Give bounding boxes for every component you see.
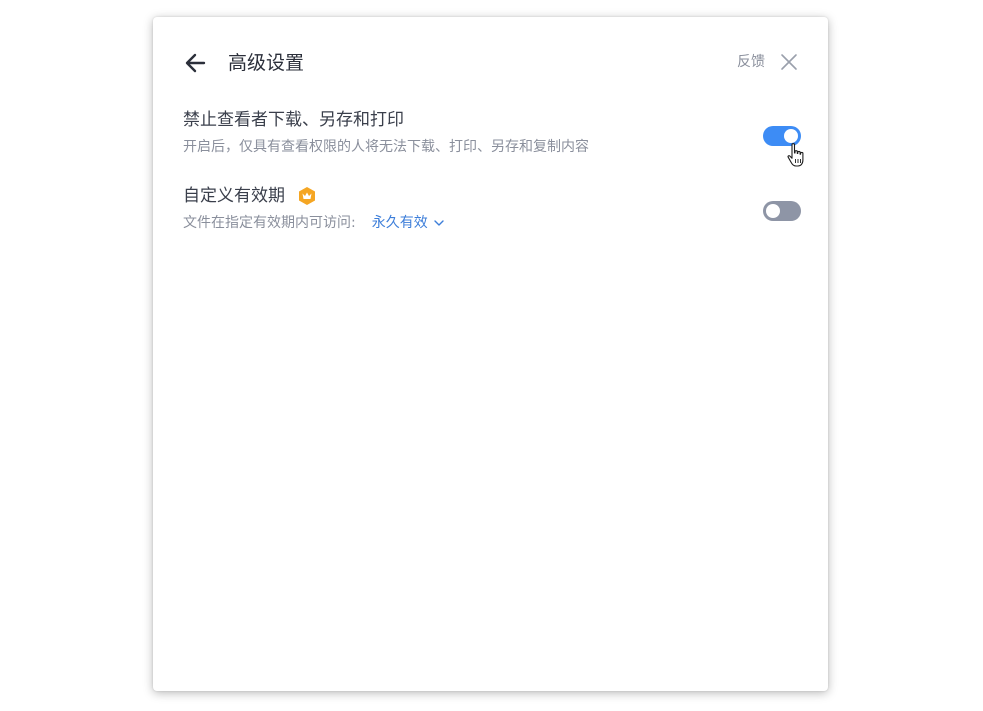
dialog-title: 高级设置 bbox=[228, 52, 305, 74]
setting-title-row: 自定义有效期 bbox=[183, 184, 803, 208]
setting-description-row: 文件在指定有效期内可访问: 永久有效 bbox=[183, 213, 803, 233]
expiry-select[interactable]: 永久有效 bbox=[372, 213, 445, 233]
toggle-knob bbox=[766, 204, 780, 218]
feedback-link[interactable]: 反馈 bbox=[737, 52, 765, 72]
setting-title: 自定义有效期 bbox=[183, 186, 285, 206]
custom-expiry-toggle[interactable] bbox=[763, 201, 801, 221]
dialog-header: 高级设置 反馈 bbox=[153, 17, 828, 107]
crown-icon bbox=[297, 186, 317, 206]
arrow-left-icon bbox=[185, 53, 206, 73]
disable-download-toggle[interactable] bbox=[763, 126, 801, 146]
setting-title: 禁止查看者下载、另存和打印 bbox=[183, 110, 404, 130]
close-button[interactable] bbox=[780, 53, 798, 71]
chevron-down-icon bbox=[434, 220, 444, 226]
setting-custom-expiry: 自定义有效期 文件在指定有效期内可访问: 永久有效 bbox=[183, 184, 803, 233]
advanced-settings-dialog: 高级设置 反馈 禁止查看者下载、另存和打印 开启后，仅具有查看权限的人将无法下载… bbox=[153, 17, 828, 691]
expiry-select-value: 永久有效 bbox=[371, 215, 428, 231]
close-icon bbox=[781, 54, 797, 70]
setting-disable-download: 禁止查看者下载、另存和打印 开启后，仅具有查看权限的人将无法下载、打印、另存和复… bbox=[183, 108, 803, 157]
toggle-knob bbox=[784, 129, 798, 143]
setting-description: 开启后，仅具有查看权限的人将无法下载、打印、另存和复制内容 bbox=[183, 139, 589, 155]
back-button[interactable] bbox=[183, 50, 209, 76]
setting-description: 文件在指定有效期内可访问: bbox=[183, 215, 356, 231]
